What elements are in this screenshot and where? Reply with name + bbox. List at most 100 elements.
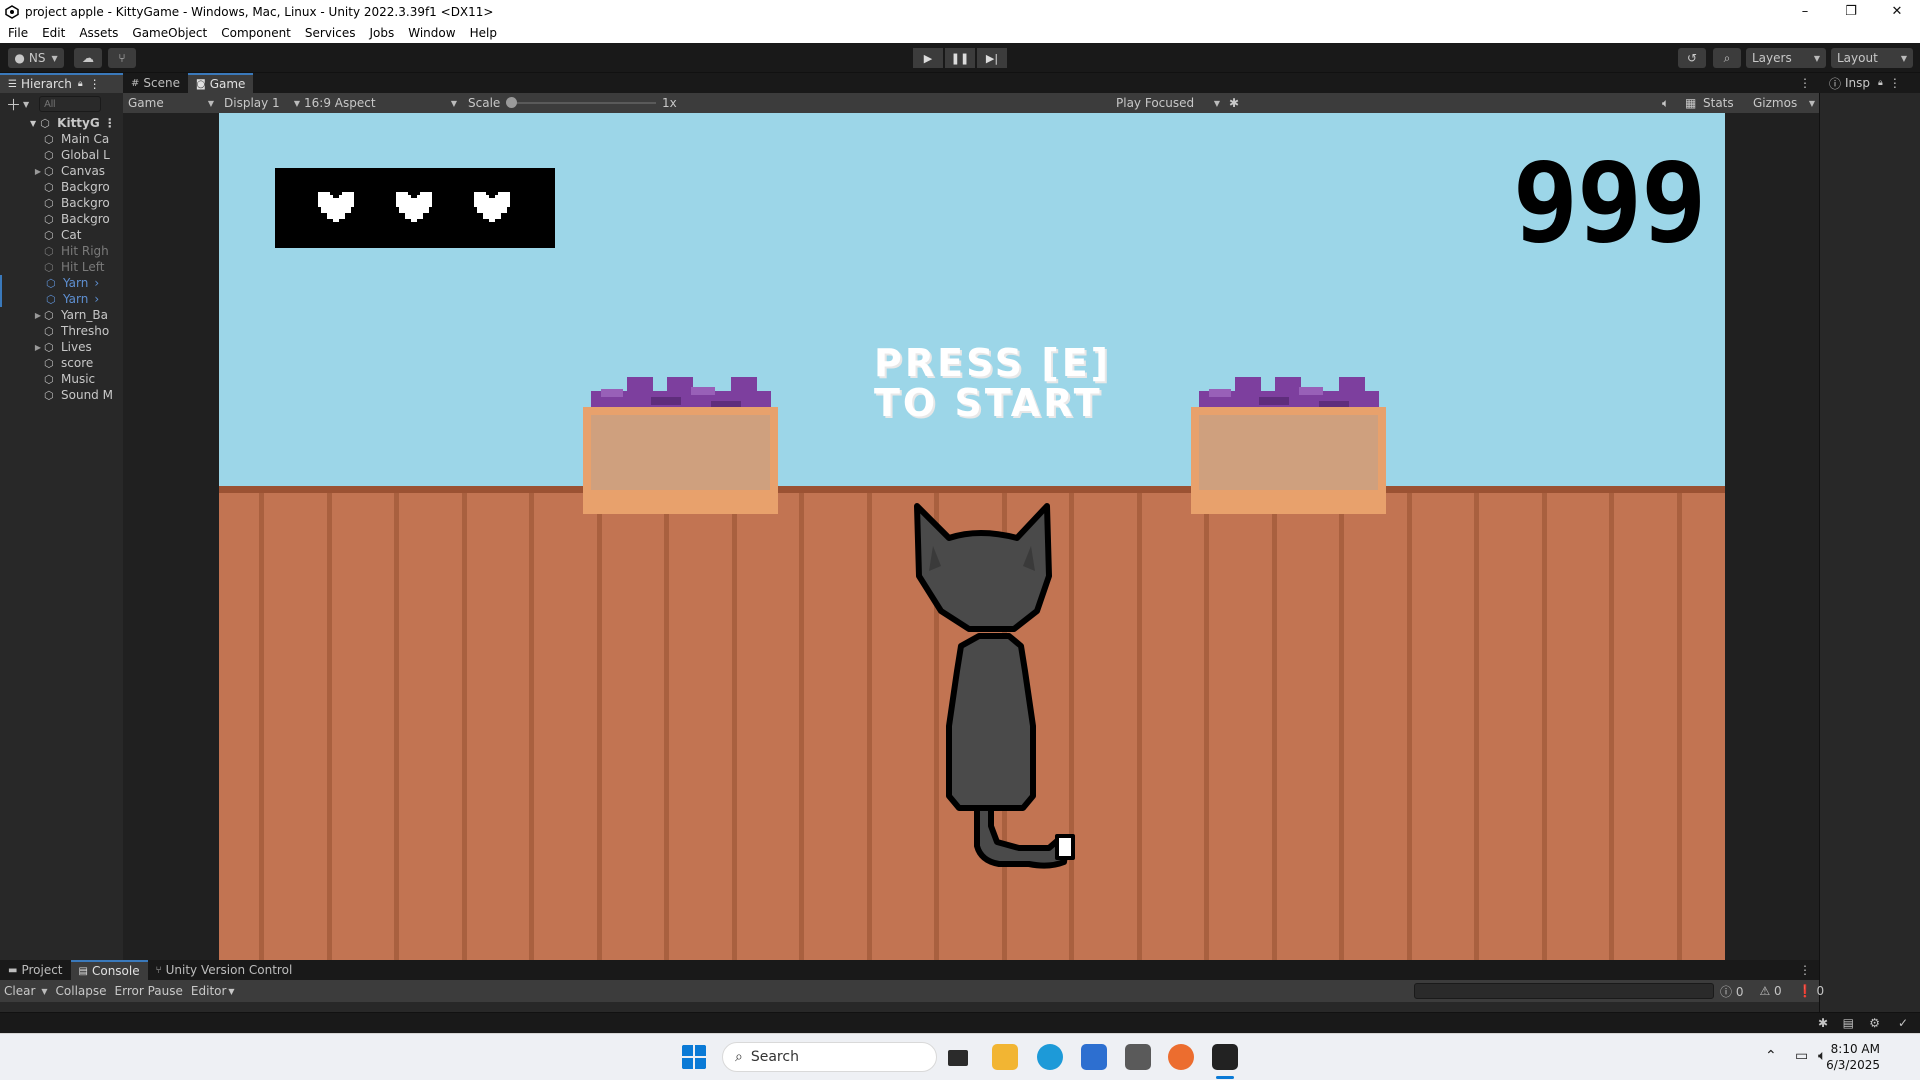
tab-hierarchy[interactable]: ☰ Hierarch 🔒︎ ⋮ <box>0 73 123 93</box>
lock-icon[interactable]: 🔒︎ <box>1878 78 1883 88</box>
hierarchy-item[interactable]: ⬡ Hit Left <box>0 259 123 275</box>
tab-inspector[interactable]: ⓘ Insp 🔒︎ ⋮ <box>1819 73 1920 93</box>
log-count[interactable]: ⓘ 0 <box>1720 983 1751 1000</box>
tab-scene[interactable]: # Scene <box>123 73 188 93</box>
error-pause-button[interactable]: Error Pause <box>111 984 187 998</box>
scale-slider-track[interactable] <box>511 102 656 104</box>
prefab-open-icon[interactable]: › <box>94 276 99 290</box>
undo-history-button[interactable]: ↺ <box>1678 48 1706 68</box>
scale-slider-knob[interactable] <box>506 97 517 108</box>
firefox-icon[interactable] <box>1168 1044 1194 1070</box>
hierarchy-item[interactable]: ⬡ Yarn › <box>0 275 123 291</box>
menu-assets[interactable]: Assets <box>79 26 118 40</box>
layers-dropdown[interactable]: Layers ▼ <box>1746 48 1826 68</box>
game-canvas[interactable]: 999 PRESS [E] TO START <box>219 113 1725 960</box>
stats-button[interactable]: Stats <box>1703 93 1734 113</box>
menu-services[interactable]: Services <box>305 26 356 40</box>
version-control-button[interactable]: ⑂ <box>108 48 136 68</box>
store-icon[interactable] <box>1081 1044 1107 1070</box>
tab-version-control[interactable]: ⑂ Unity Version Control <box>148 960 301 980</box>
chevron-down-icon[interactable]: ▼ <box>23 100 29 109</box>
network-icon[interactable]: ▭ <box>1795 1048 1808 1064</box>
menu-edit[interactable]: Edit <box>42 26 65 40</box>
minimize-button[interactable]: – <box>1782 0 1828 23</box>
error-count[interactable]: ❗ 0 <box>1798 984 1832 998</box>
lock-icon[interactable]: 🔒︎ <box>78 79 83 89</box>
pause-button[interactable]: ❚❚ <box>945 48 975 68</box>
tab-console[interactable]: ▤ Console <box>70 960 148 980</box>
hierarchy-item[interactable]: ▶ ⬡ Canvas <box>0 163 123 179</box>
menu-file[interactable]: File <box>8 26 28 40</box>
view-mode-dropdown[interactable]: Game ▼ <box>128 93 214 113</box>
clear-button[interactable]: Clear ▼ <box>0 984 52 998</box>
hierarchy-item[interactable]: ⬡ Sound M <box>0 387 123 403</box>
unity-editor-icon[interactable] <box>1212 1044 1238 1070</box>
prefab-open-icon[interactable]: › <box>94 292 99 306</box>
debug-icon[interactable]: ✱ <box>1818 1016 1828 1030</box>
hierarchy-search-input[interactable] <box>39 96 102 112</box>
settings-icon[interactable]: ⚙ <box>1869 1016 1880 1030</box>
menu-gameobject[interactable]: GameObject <box>132 26 207 40</box>
hierarchy-item[interactable]: ⬡ Thresho <box>0 323 123 339</box>
notification-icon[interactable]: ✓ <box>1898 1016 1908 1030</box>
tab-game[interactable]: ◙ Game <box>187 73 254 93</box>
hierarchy-scene-row[interactable]: ▼ ⬡ KittyG ⋮ <box>0 115 123 131</box>
aspect-dropdown[interactable]: 16:9 Aspect ▼ <box>304 93 457 113</box>
play-button[interactable]: ▶ <box>913 48 943 68</box>
chevron-up-icon[interactable]: ⌃ <box>1765 1048 1777 1064</box>
bug-icon[interactable]: ✱ <box>1229 93 1239 113</box>
grid-view-icon[interactable]: ▦ <box>1685 93 1696 113</box>
more-icon[interactable]: ⋮ <box>1799 76 1811 90</box>
windows-start-icon[interactable] <box>681 1044 707 1070</box>
maximize-button[interactable]: ❐ <box>1828 0 1874 23</box>
hierarchy-item[interactable]: ⬡ score <box>0 355 123 371</box>
step-button[interactable]: ▶| <box>977 48 1007 68</box>
more-icon[interactable]: ⋮ <box>104 116 116 130</box>
hierarchy-item[interactable]: ⬡ Backgro <box>0 195 123 211</box>
hierarchy-item[interactable]: ⬡ Music <box>0 371 123 387</box>
gizmos-dropdown[interactable]: Gizmos ▼ <box>1753 93 1815 113</box>
hierarchy-item[interactable]: ⬡ Backgro <box>0 179 123 195</box>
menu-help[interactable]: Help <box>470 26 497 40</box>
chevron-down-icon: ▼ <box>450 98 457 108</box>
hierarchy-item[interactable]: ▶ ⬡ Lives <box>0 339 123 355</box>
layout-dropdown[interactable]: Layout ▼ <box>1831 48 1913 68</box>
editor-dropdown[interactable]: Editor ▼ <box>187 984 239 998</box>
collapse-button[interactable]: Collapse <box>52 984 111 998</box>
add-icon[interactable]: ＋ <box>6 94 21 115</box>
menu-component[interactable]: Component <box>221 26 291 40</box>
taskbar-clock[interactable]: 8:10 AM 6/3/2025 <box>1826 1041 1880 1073</box>
task-view-icon[interactable] <box>948 1050 968 1066</box>
hierarchy-item[interactable]: ⬡ Global L <box>0 147 123 163</box>
cache-icon[interactable]: ▤ <box>1843 1016 1854 1030</box>
search-button[interactable]: ⌕ <box>1713 48 1741 68</box>
menu-window[interactable]: Window <box>408 26 455 40</box>
taskbar-search[interactable]: ⌕ Search <box>722 1042 937 1072</box>
expand-arrow-icon[interactable]: ▶ <box>32 167 44 176</box>
hierarchy-item[interactable]: ⬡ Main Ca <box>0 131 123 147</box>
more-icon[interactable]: ⋮ <box>89 77 101 91</box>
unity-hub-icon[interactable] <box>1125 1044 1151 1070</box>
expand-arrow-icon[interactable]: ▼ <box>30 119 36 128</box>
hierarchy-item[interactable]: ⬡ Hit Righ <box>0 243 123 259</box>
console-search-input[interactable] <box>1414 983 1714 999</box>
warning-count[interactable]: ⚠ 0 <box>1759 984 1789 998</box>
file-explorer-icon[interactable] <box>992 1044 1018 1070</box>
expand-arrow-icon[interactable]: ▶ <box>32 343 44 352</box>
expand-arrow-icon[interactable]: ▶ <box>32 311 44 320</box>
close-button[interactable]: ✕ <box>1874 0 1920 23</box>
account-dropdown[interactable]: ● NS ▼ <box>8 48 64 68</box>
display-dropdown[interactable]: Display 1 ▼ <box>224 93 300 113</box>
mute-audio-icon[interactable]: 🔈︎ <box>1662 93 1669 113</box>
hierarchy-item[interactable]: ▶ ⬡ Yarn_Ba <box>0 307 123 323</box>
hierarchy-item[interactable]: ⬡ Backgro <box>0 211 123 227</box>
edge-browser-icon[interactable] <box>1037 1044 1063 1070</box>
hierarchy-item[interactable]: ⬡ Yarn › <box>0 291 123 307</box>
tab-project[interactable]: ▬ Project <box>0 960 71 980</box>
more-icon[interactable]: ⋮ <box>1889 76 1901 90</box>
hierarchy-item[interactable]: ⬡ Cat <box>0 227 123 243</box>
cloud-button[interactable]: ☁ <box>74 48 102 68</box>
menu-jobs[interactable]: Jobs <box>370 26 395 40</box>
play-mode-dropdown[interactable]: Play Focused ▼ <box>1116 93 1220 113</box>
more-icon[interactable]: ⋮ <box>1799 963 1811 977</box>
